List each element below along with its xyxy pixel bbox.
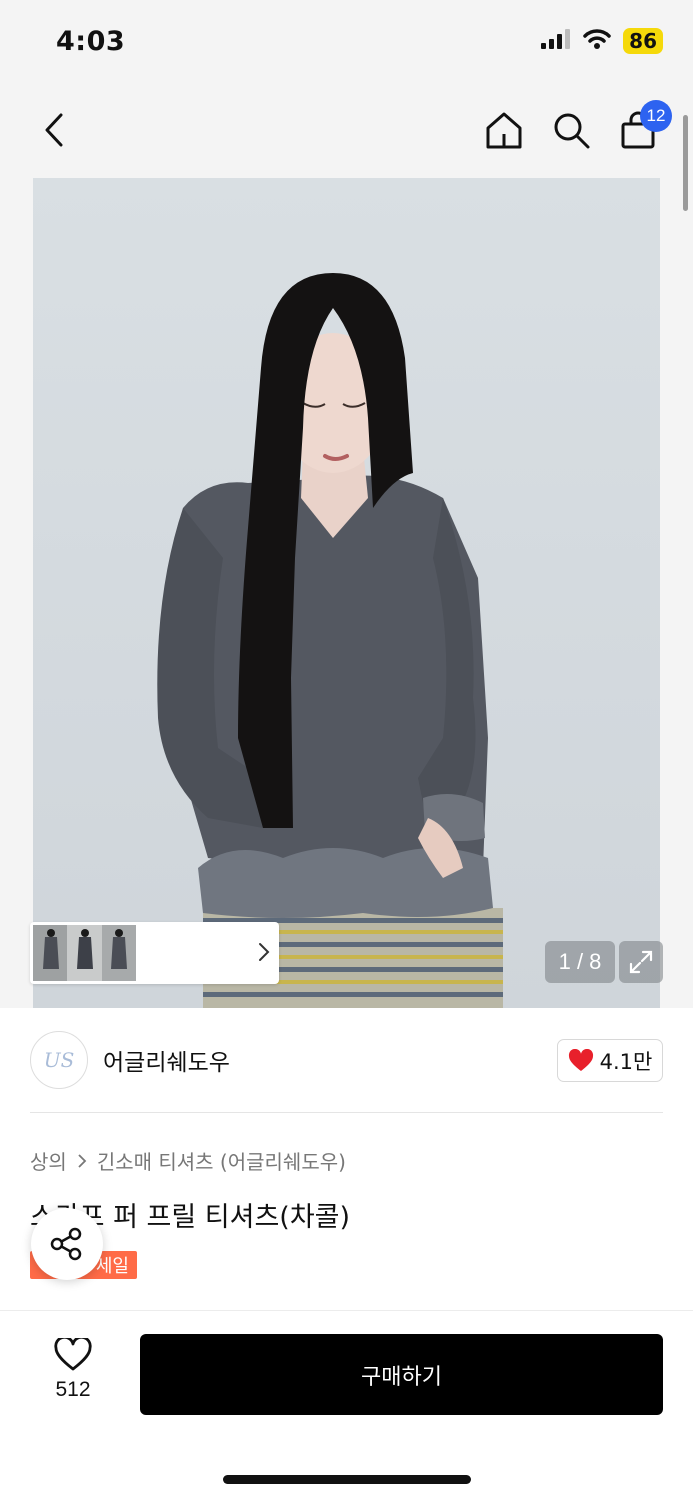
breadcrumb-category[interactable]: 상의 <box>30 1146 67 1175</box>
breadcrumb: 상의 긴소매 티셔츠 (어글리쉐도우) <box>30 1146 346 1175</box>
bottom-divider <box>0 1310 693 1311</box>
share-button[interactable] <box>31 1208 103 1280</box>
wifi-icon <box>583 28 611 54</box>
home-button[interactable] <box>482 108 526 152</box>
brand-like-button[interactable]: 4.1만 <box>557 1039 663 1082</box>
brand-name[interactable]: 어글리쉐도우 <box>103 1043 230 1077</box>
chevron-right-icon <box>78 1153 87 1168</box>
cart-count-badge: 12 <box>640 100 672 132</box>
search-icon <box>554 113 590 149</box>
battery-indicator: 86 <box>623 28 663 54</box>
brand-like-count: 4.1만 <box>599 1049 653 1074</box>
status-indicators: 86 <box>541 28 663 54</box>
brand-logo[interactable]: US <box>30 1031 88 1089</box>
breadcrumb-subcategory[interactable]: 긴소매 티셔츠 (어글리쉐도우) <box>97 1146 346 1175</box>
status-time: 4:03 <box>56 26 126 57</box>
expand-icon <box>629 950 653 974</box>
gallery-counter: 1 / 8 <box>545 941 615 983</box>
search-button[interactable] <box>549 108 593 152</box>
wishlist-count: 512 <box>55 1378 91 1401</box>
signal-icon <box>541 29 571 53</box>
scrollbar[interactable] <box>683 115 688 211</box>
home-icon <box>486 112 522 149</box>
divider <box>30 1112 663 1113</box>
model-photo <box>157 273 503 1008</box>
buy-button[interactable]: 구매하기 <box>140 1334 663 1415</box>
share-icon <box>50 1227 82 1261</box>
product-image[interactable] <box>33 178 660 1008</box>
thumbnail-images <box>33 925 136 981</box>
chevron-right-icon <box>259 943 270 961</box>
thumbnail-strip[interactable] <box>30 922 279 984</box>
wishlist-button[interactable]: 512 <box>40 1338 106 1402</box>
back-icon <box>45 113 63 147</box>
home-indicator[interactable] <box>223 1475 471 1484</box>
heart-icon <box>54 1338 92 1371</box>
cart-button[interactable]: 12 <box>616 100 672 152</box>
back-button[interactable] <box>34 108 74 152</box>
expand-button[interactable] <box>619 941 663 983</box>
heart-filled-icon <box>568 1048 593 1071</box>
